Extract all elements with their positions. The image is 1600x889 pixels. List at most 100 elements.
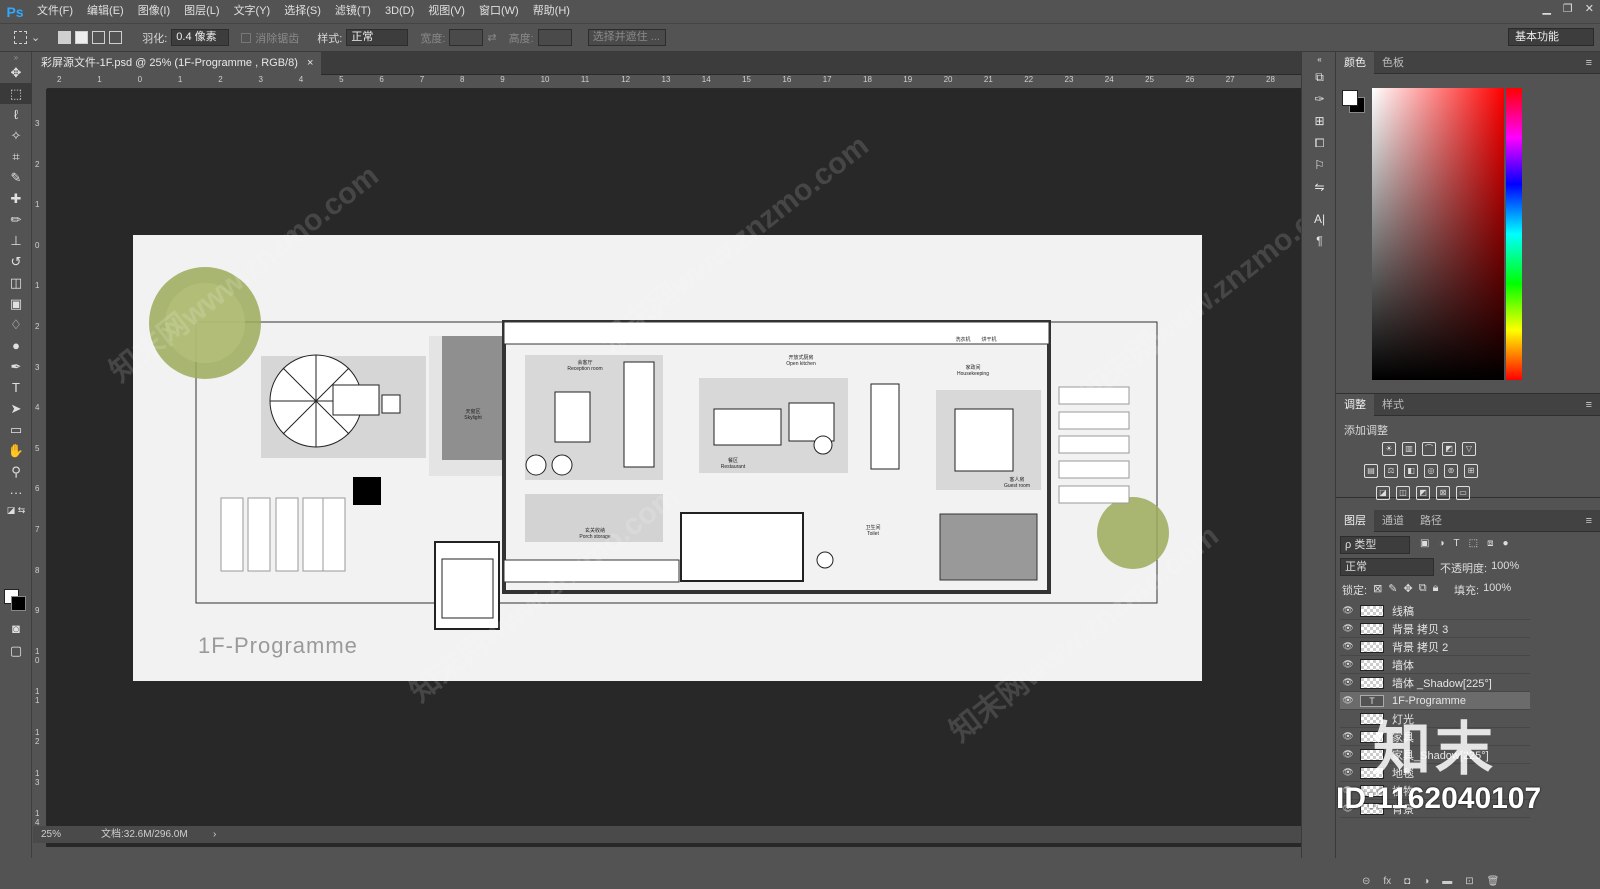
channel-mixer-icon[interactable]: ⊚ (1444, 464, 1458, 478)
canvas[interactable]: 天窗区 Skylight 会客厅 Reception room 开放式厨房 Op… (47, 89, 1301, 827)
lock-pixels-icon[interactable]: ✎ (1388, 582, 1397, 598)
new-group-icon[interactable]: ▬ (1442, 876, 1452, 887)
fill-input[interactable]: 100% (1483, 582, 1511, 598)
color-lookup-icon[interactable]: ⊞ (1464, 464, 1478, 478)
feather-input[interactable]: 0.4 像素 (171, 29, 230, 46)
tab-adjustments[interactable]: 调整 (1336, 393, 1374, 416)
lock-all-icon[interactable]: 🔒︎ (1433, 582, 1439, 598)
style-select[interactable]: 正常 (346, 29, 409, 46)
stamp-tool-icon[interactable]: ⊥ (0, 230, 32, 251)
gradient-map-icon[interactable]: ▭ (1456, 486, 1470, 500)
crop-tool-icon[interactable]: ⌗ (0, 146, 32, 167)
add-selection-icon[interactable] (75, 31, 89, 44)
vibrance-icon[interactable]: ▽ (1462, 442, 1476, 456)
foreground-color-swatch[interactable] (1342, 90, 1358, 106)
hue-saturation-icon[interactable]: ▤ (1364, 464, 1378, 478)
adjustments-panel-icon[interactable]: ⇋ (1302, 176, 1337, 198)
posterize-icon[interactable]: ◫ (1396, 486, 1410, 500)
layer-row[interactable]: 👁︎ 背景 拷贝 3 (1340, 620, 1530, 638)
quick-mask-icon[interactable]: ◙ (0, 618, 32, 639)
path-selection-tool-icon[interactable]: ➤ (0, 398, 32, 419)
filter-toggle-icon[interactable]: ● (1502, 538, 1508, 549)
curves-icon[interactable]: ⌒ (1422, 442, 1436, 456)
lasso-tool-icon[interactable]: ℓ (0, 104, 32, 125)
ruler-corner[interactable] (33, 75, 47, 89)
panel-menu-icon[interactable]: ≡ (1586, 57, 1592, 69)
layer-filter-select[interactable]: ρ 类型 (1340, 536, 1410, 554)
rectangle-tool-icon[interactable]: ▭ (0, 419, 32, 440)
exposure-icon[interactable]: ◩ (1442, 442, 1456, 456)
add-mask-icon[interactable]: ◘ (1404, 876, 1410, 887)
new-selection-icon[interactable] (58, 31, 72, 44)
selective-color-icon[interactable]: ⊠ (1436, 486, 1450, 500)
blend-mode-select[interactable]: 正常 (1340, 558, 1434, 576)
menu-filter[interactable]: 滤镜(T) (328, 0, 378, 23)
character-panel-icon[interactable]: A| (1302, 208, 1337, 230)
new-adjustment-icon[interactable]: ◑ (1423, 876, 1429, 887)
default-colors-icon[interactable]: ◪ ⇆ (0, 503, 32, 517)
visibility-eye-icon[interactable]: 👁︎ (1340, 731, 1356, 742)
brush-preset-icon[interactable]: ✑ (1302, 88, 1337, 110)
horizontal-ruler[interactable]: 2 1 0 1 2 3 4 5 6 7 8 9 10 11 12 13 14 15 16 17 18 19 20 21 22 23… (47, 75, 1301, 89)
magic-wand-tool-icon[interactable]: ✧ (0, 125, 32, 146)
panel-menu-icon[interactable]: ≡ (1586, 399, 1592, 411)
background-color-swatch[interactable] (11, 596, 26, 611)
threshold-icon[interactable]: ◩ (1416, 486, 1430, 500)
restore-icon[interactable]: ❐ (1563, 2, 1573, 15)
history-panel-icon[interactable]: ⧉ (1302, 66, 1337, 88)
paragraph-panel-icon[interactable]: ¶ (1302, 230, 1337, 252)
menu-window[interactable]: 窗口(W) (472, 0, 526, 23)
healing-brush-tool-icon[interactable]: ✚ (0, 188, 32, 209)
dodge-tool-icon[interactable]: ● (0, 335, 32, 356)
tab-layers[interactable]: 图层 (1336, 509, 1374, 532)
marquee-preset-icon[interactable]: ⌄ (14, 31, 40, 44)
move-tool-icon[interactable]: ✥ (0, 62, 32, 83)
more-tools-icon[interactable]: ··· (0, 482, 32, 503)
properties-panel-icon[interactable]: ⊞ (1302, 110, 1337, 132)
select-and-mask-button[interactable]: 选择并遮住 ... (587, 29, 666, 46)
tab-styles[interactable]: 样式 (1374, 394, 1412, 416)
layer-row[interactable]: 👁︎ 墙体 (1340, 656, 1530, 674)
layer-row[interactable]: 👁︎ 墙体 _Shadow[225°] (1340, 674, 1530, 692)
visibility-eye-icon[interactable]: 👁︎ (1340, 623, 1356, 634)
pixel-filter-icon[interactable]: ▣ (1420, 538, 1429, 549)
photo-filter-icon[interactable]: ◎ (1424, 464, 1438, 478)
opacity-input[interactable]: 100% (1491, 560, 1519, 576)
document-tab[interactable]: 彩屏源文件-1F.psd @ 25% (1F-Programme , RGB/8… (33, 52, 322, 75)
menu-image[interactable]: 图像(I) (131, 0, 177, 23)
lock-transparent-icon[interactable]: ⊠ (1373, 582, 1382, 598)
visibility-eye-icon[interactable]: 👁︎ (1340, 677, 1356, 688)
new-layer-icon[interactable]: ⊡ (1465, 876, 1473, 887)
vertical-ruler[interactable]: 32101234567891 01 11 21 31 4 (33, 89, 47, 847)
adjust-filter-icon[interactable]: ◑ (1438, 538, 1444, 549)
brush-panel-icon[interactable]: ⚐ (1302, 154, 1337, 176)
menu-type[interactable]: 文字(Y) (227, 0, 278, 23)
smart-filter-icon[interactable]: ⧈ (1487, 538, 1493, 549)
menu-view[interactable]: 视图(V) (421, 0, 472, 23)
visibility-eye-icon[interactable]: 👁︎ (1340, 749, 1356, 760)
visibility-eye-icon[interactable]: 👁︎ (1340, 767, 1356, 778)
blur-tool-icon[interactable]: ♢ (0, 314, 32, 335)
menu-edit[interactable]: 编辑(E) (80, 0, 131, 23)
menu-select[interactable]: 选择(S) (277, 0, 328, 23)
width-input[interactable] (449, 29, 484, 46)
gradient-tool-icon[interactable]: ▣ (0, 293, 32, 314)
history-brush-tool-icon[interactable]: ↺ (0, 251, 32, 272)
minimize-icon[interactable]: ▁ (1542, 2, 1550, 15)
antialias-checkbox[interactable] (241, 32, 252, 43)
tab-color[interactable]: 颜色 (1336, 51, 1374, 74)
menu-file[interactable]: 文件(F) (30, 0, 80, 23)
color-field[interactable] (1372, 88, 1504, 380)
menu-layer[interactable]: 图层(L) (177, 0, 226, 23)
tab-paths[interactable]: 路径 (1412, 510, 1450, 532)
visibility-eye-icon[interactable]: 👁︎ (1340, 641, 1356, 652)
pen-tool-icon[interactable]: ✒ (0, 356, 32, 377)
visibility-eye-icon[interactable]: 👁︎ (1340, 659, 1356, 670)
brightness-icon[interactable]: ☀ (1382, 442, 1396, 456)
invert-icon[interactable]: ◪ (1376, 486, 1390, 500)
menu-help[interactable]: 帮助(H) (526, 0, 577, 23)
layer-row[interactable]: 👁︎ 背景 拷贝 2 (1340, 638, 1530, 656)
visibility-eye-icon[interactable]: 👁︎ (1340, 695, 1356, 706)
link-layers-icon[interactable]: ⊝ (1362, 876, 1370, 887)
subtract-selection-icon[interactable] (92, 31, 106, 44)
